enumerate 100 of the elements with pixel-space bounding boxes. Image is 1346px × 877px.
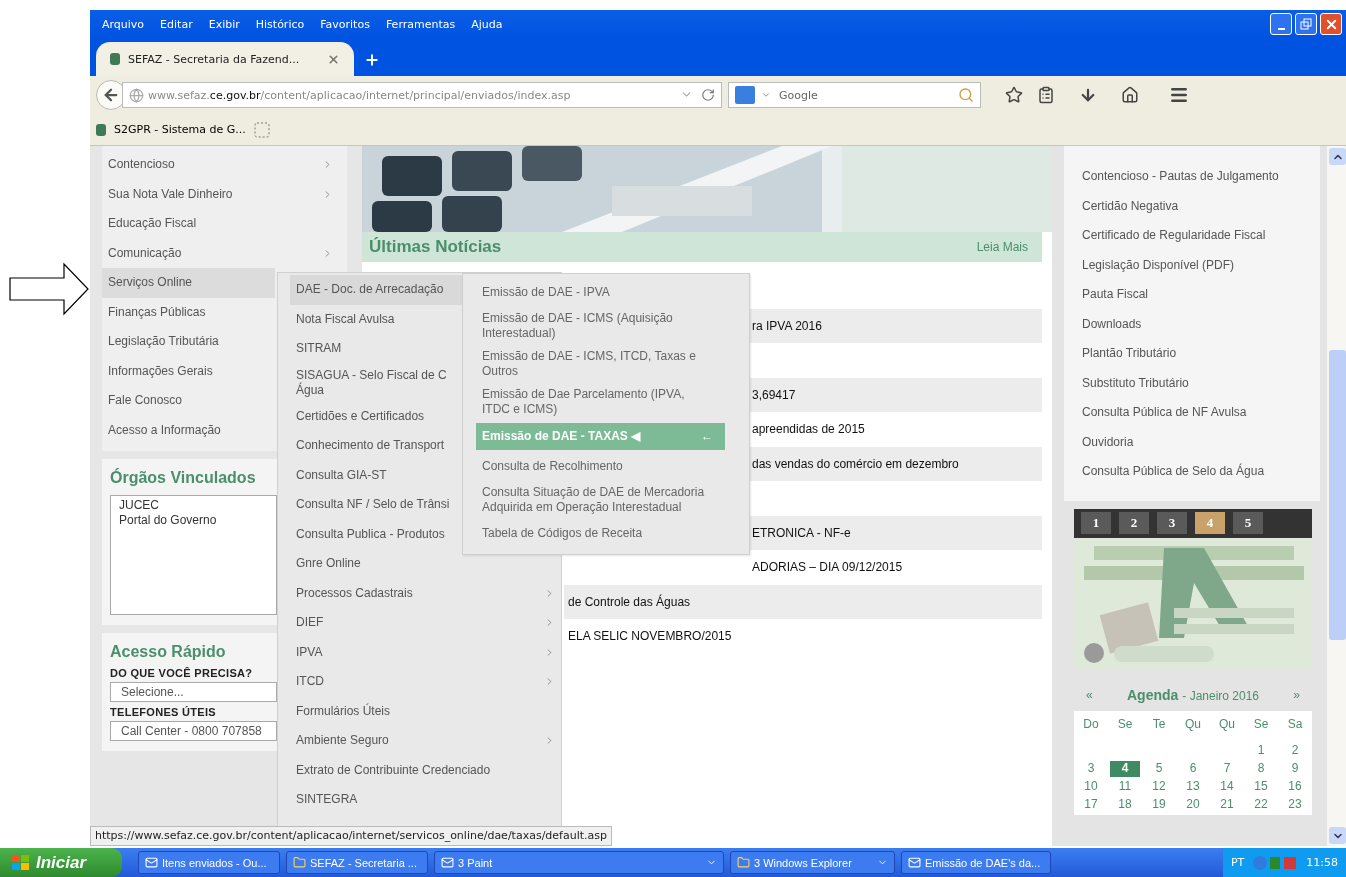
page-button[interactable]: 3 <box>1157 512 1187 534</box>
menu-item[interactable]: Exibir <box>200 17 248 31</box>
search-field[interactable]: Google <box>728 82 981 108</box>
submenu-item[interactable]: Processos Cadastrais <box>290 578 561 608</box>
sidebar-item[interactable]: Acesso a Informação <box>102 415 275 445</box>
page-button[interactable]: 1 <box>1081 512 1111 534</box>
caret-icon[interactable] <box>761 90 771 100</box>
reload-icon[interactable] <box>701 88 715 102</box>
news-row[interactable]: 3,69417 <box>748 377 1042 412</box>
submenu-item[interactable]: Ambiente Seguro <box>290 726 561 756</box>
news-row[interactable]: de Controle das Águas <box>564 584 1042 619</box>
sidebar-link[interactable]: Contencioso - Pautas de Julgamento <box>1082 164 1320 194</box>
calendar-day[interactable]: 7 <box>1223 760 1231 777</box>
sidebar-item[interactable]: Fale Conosco <box>102 386 275 416</box>
browser-tab[interactable]: SEFAZ - Secretaria da Fazend... <box>96 42 354 76</box>
sidebar-link[interactable]: Consulta Pública de NF Avulsa <box>1082 400 1320 430</box>
menu-icon[interactable] <box>1169 85 1189 105</box>
download-icon[interactable] <box>1079 86 1097 104</box>
submenu-item[interactable]: IPVA <box>290 637 561 667</box>
sidebar-link[interactable]: Ouvidoria <box>1082 429 1320 459</box>
news-row[interactable]: das vendas do comércio em dezembro <box>748 446 1042 481</box>
menu-item[interactable]: Favoritos <box>312 17 378 31</box>
submenu-item[interactable]: Gnre Online <box>290 549 561 579</box>
sidebar-item[interactable]: Contencioso <box>102 150 347 180</box>
calendar-day[interactable]: 18 <box>1118 796 1132 813</box>
submenu-item[interactable]: Formulários Úteis <box>290 696 561 726</box>
taskbar-button[interactable]: Emissão de DAE's da... <box>901 851 1051 874</box>
select-field[interactable]: Call Center - 0800 707858 <box>110 721 277 741</box>
sidebar-item[interactable]: Sua Nota Vale Dinheiro <box>102 179 347 209</box>
calendar-day[interactable]: 16 <box>1288 778 1302 795</box>
flyout-item[interactable]: Emissão de DAE - ICMS (Aquisição Interestadual) <box>476 307 725 345</box>
restore-button[interactable] <box>1295 13 1317 35</box>
calendar-day[interactable]: 15 <box>1254 778 1268 795</box>
sidebar-link[interactable]: Plantão Tributário <box>1082 341 1320 371</box>
calendar-day[interactable]: 23 <box>1288 796 1302 813</box>
new-tab-icon[interactable] <box>364 52 380 68</box>
select-field[interactable]: Selecione... <box>110 682 277 702</box>
calendar-day[interactable]: 17 <box>1084 796 1098 813</box>
calendar-day[interactable]: 6 <box>1189 760 1197 777</box>
calendar-day[interactable]: 14 <box>1220 778 1234 795</box>
news-row[interactable]: ETRONICA - NF-e <box>748 515 1042 550</box>
calendar-day[interactable]: 12 <box>1152 778 1166 795</box>
close-button[interactable] <box>1320 13 1342 35</box>
sidebar-item[interactable]: Comunicação <box>102 238 347 268</box>
flyout-item[interactable]: Emissão de DAE - ICMS, ITCD, Taxas e Outros <box>476 345 725 383</box>
sidebar-link[interactable]: Substituto Tributário <box>1082 370 1320 400</box>
list-box[interactable]: JUCEC Portal do Governo <box>110 495 277 615</box>
sidebar-item[interactable]: Informações Gerais <box>102 356 275 386</box>
calendar-day[interactable]: 3 <box>1087 760 1095 777</box>
calendar-day[interactable]: 19 <box>1152 796 1166 813</box>
sidebar-link[interactable]: Consulta Pública de Selo da Água <box>1082 459 1320 489</box>
calendar-day[interactable]: 9 <box>1291 760 1299 777</box>
search-icon[interactable] <box>958 87 974 103</box>
list-option[interactable]: Portal do Governo <box>119 513 268 528</box>
calendar-day[interactable]: 10 <box>1084 778 1098 795</box>
flyout-item[interactable]: Consulta de Recolhimento <box>476 452 725 481</box>
submenu-item[interactable]: ITCD <box>290 667 561 697</box>
address-field[interactable]: www.sefaz.ce.gov.br/content/aplicacao/internet/principal/enviados/index.asp <box>122 82 722 108</box>
calendar-day[interactable]: 11 <box>1118 778 1132 795</box>
calendar-day[interactable]: 2 <box>1291 742 1299 759</box>
taskbar-button[interactable]: SEFAZ - Secretaria ... <box>286 851 428 874</box>
page-button[interactable]: 2 <box>1119 512 1149 534</box>
calendar-day[interactable]: 22 <box>1254 796 1268 813</box>
sidebar-link[interactable]: Pauta Fiscal <box>1082 282 1320 312</box>
calendar-day[interactable]: 4 <box>1110 760 1140 777</box>
sidebar-link[interactable]: Certificado de Regularidade Fiscal <box>1082 223 1320 253</box>
menu-item[interactable]: Ajuda <box>463 17 511 31</box>
submenu-item[interactable]: SINTEGRA <box>290 785 561 815</box>
calendar-day[interactable]: 1 <box>1257 742 1265 759</box>
flyout-item[interactable]: Consulta Situação de DAE de Mercadoria Adquirida em Operação Interestadual <box>476 481 725 519</box>
calendar-day[interactable]: 21 <box>1220 796 1234 813</box>
bookmark-item[interactable]: S2GPR - Sistema de G... <box>114 123 246 136</box>
taskbar-button[interactable]: 3 Windows Explorer <box>730 851 895 874</box>
sidebar-link[interactable]: Certidão Negativa <box>1082 193 1320 223</box>
menu-item[interactable]: Arquivo <box>94 17 153 31</box>
menu-item[interactable]: Histórico <box>247 17 313 31</box>
menu-item[interactable]: Editar <box>152 17 201 31</box>
start-button[interactable]: Iniciar <box>0 848 122 877</box>
search-input[interactable]: Google <box>777 87 952 103</box>
calendar-day[interactable]: 20 <box>1186 796 1200 813</box>
flyout-item[interactable]: Emissão de Dae Parcelamento (IPVA, ITDC e ICMS) <box>476 383 725 421</box>
submenu-item[interactable]: DIEF <box>290 608 561 638</box>
sidebar-item[interactable]: Legislação Tributária <box>102 327 275 357</box>
calendar-day[interactable]: 5 <box>1155 760 1163 777</box>
page-button[interactable]: 5 <box>1233 512 1263 534</box>
calendar-day[interactable]: 8 <box>1257 760 1265 777</box>
menu-item[interactable]: Ferramentas <box>377 17 464 31</box>
scroll-thumb[interactable] <box>1329 350 1346 640</box>
taskbar-button[interactable]: 3 Paint <box>434 851 724 874</box>
news-row[interactable]: ra IPVA 2016 <box>748 308 1042 343</box>
minimize-button[interactable] <box>1270 13 1292 35</box>
taskbar-button[interactable]: Itens enviados - Ou... <box>138 851 280 874</box>
scroll-down-button[interactable] <box>1329 827 1346 844</box>
list-option[interactable]: JUCEC <box>119 498 268 513</box>
sidebar-link[interactable]: Legislação Disponível (PDF) <box>1082 252 1320 282</box>
sidebar-item[interactable]: Serviços Online <box>102 268 275 298</box>
sidebar-item[interactable]: Educação Fiscal <box>102 209 347 239</box>
close-tab-icon[interactable] <box>327 52 340 66</box>
submenu-item[interactable]: Extrato de Contribuinte Credenciado <box>290 755 561 785</box>
star-icon[interactable] <box>1005 86 1023 104</box>
